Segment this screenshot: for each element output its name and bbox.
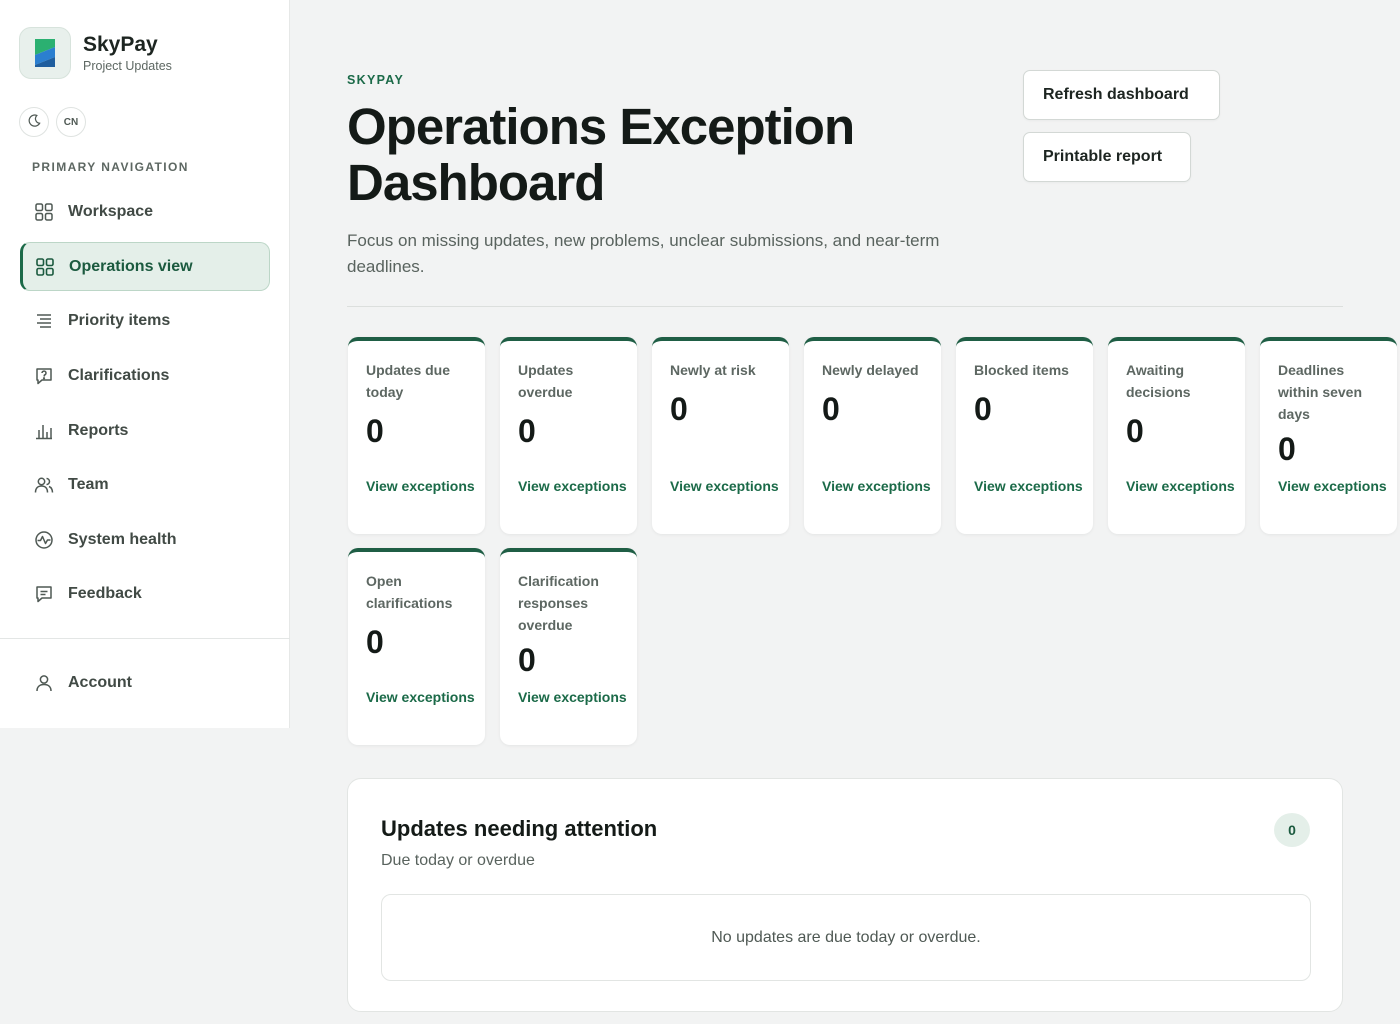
sidebar-divider xyxy=(0,638,290,639)
metric-card-updates-due-today: Updates due today 0 View exceptions xyxy=(348,337,485,534)
card-value: 0 xyxy=(518,642,536,678)
page-title: Operations Exception Dashboard xyxy=(347,98,855,211)
grid-icon xyxy=(33,201,55,223)
card-value: 0 xyxy=(822,391,840,427)
sidebar-item-label: Priority items xyxy=(68,311,171,329)
bar-chart-icon xyxy=(33,420,55,442)
sidebar-item-team[interactable]: Team xyxy=(20,460,270,509)
brand-subtitle: Project Updates xyxy=(83,59,172,73)
metric-card-newly-delayed: Newly delayed 0 View exceptions xyxy=(804,337,941,534)
metric-card-updates-overdue: Updates overdue 0 View exceptions xyxy=(500,337,637,534)
sidebar-item-label: Workspace xyxy=(68,202,154,220)
card-label: Updates due today xyxy=(366,362,451,400)
sidebar-item-label: Clarifications xyxy=(68,366,170,384)
brand-name: SkyPay xyxy=(83,33,158,56)
sidebar-item-label: Team xyxy=(68,475,109,493)
page-description: Focus on missing updates, new problems, … xyxy=(347,231,940,276)
printable-report-button[interactable]: Printable report xyxy=(1023,132,1191,182)
metric-card-newly-at-risk: Newly at risk 0 View exceptions xyxy=(652,337,789,534)
panel-title: Updates needing attention xyxy=(381,816,658,841)
users-icon xyxy=(33,474,55,496)
moon-icon xyxy=(28,114,41,130)
empty-state: No updates are due today or overdue. xyxy=(381,894,1311,981)
view-exceptions-link[interactable]: View exceptions xyxy=(366,686,476,708)
chat-question-icon xyxy=(33,365,55,387)
user-icon xyxy=(33,672,55,694)
metric-card-open-clarifications: Open clarifications 0 View exceptions xyxy=(348,548,485,745)
list-icon xyxy=(33,310,55,332)
card-label: Clarification responses overdue xyxy=(518,573,599,633)
metric-card-blocked-items: Blocked items 0 View exceptions xyxy=(956,337,1093,534)
sidebar-item-priority-items[interactable]: Priority items xyxy=(20,296,270,345)
sidebar: SkyPay Project Updates CN PRIMARY NAVIGA… xyxy=(0,0,290,728)
card-value: 0 xyxy=(670,391,688,427)
metric-card-deadlines-within-seven-days: Deadlines within seven days 0 View excep… xyxy=(1260,337,1397,534)
panel-subtitle: Due today or overdue xyxy=(381,852,535,869)
message-icon xyxy=(33,583,55,605)
card-label: Awaiting decisions xyxy=(1126,362,1191,400)
sidebar-item-account[interactable]: Account xyxy=(20,658,270,707)
metric-card-clarification-responses-overdue: Clarification responses overdue 0 View e… xyxy=(500,548,637,745)
sidebar-item-workspace[interactable]: Workspace xyxy=(20,187,270,236)
view-exceptions-link[interactable]: View exceptions xyxy=(1126,475,1236,497)
card-label: Blocked items xyxy=(974,362,1069,378)
page-eyebrow: SKYPAY xyxy=(347,73,405,87)
sidebar-item-operations-view[interactable]: Operations view xyxy=(20,242,270,291)
pulse-icon xyxy=(33,529,55,551)
card-label: Newly delayed xyxy=(822,362,919,378)
sidebar-item-feedback[interactable]: Feedback xyxy=(20,569,270,618)
view-exceptions-link[interactable]: View exceptions xyxy=(1278,475,1388,497)
card-value: 0 xyxy=(518,413,536,449)
card-value: 0 xyxy=(1126,413,1144,449)
updates-needing-attention-panel: Updates needing attention Due today or o… xyxy=(347,778,1343,1012)
card-label: Updates overdue xyxy=(518,362,574,400)
view-exceptions-link[interactable]: View exceptions xyxy=(670,475,780,497)
view-exceptions-link[interactable]: View exceptions xyxy=(518,686,628,708)
sidebar-item-label: Account xyxy=(68,673,132,691)
card-label: Open clarifications xyxy=(366,573,453,611)
empty-state-message: No updates are due today or overdue. xyxy=(711,928,981,946)
count-badge: 0 xyxy=(1274,813,1310,847)
sidebar-toggles: CN xyxy=(19,107,86,137)
sidebar-item-clarifications[interactable]: Clarifications xyxy=(20,351,270,400)
grid-icon xyxy=(34,256,56,278)
brand-text: SkyPay Project Updates xyxy=(83,33,172,73)
refresh-dashboard-button[interactable]: Refresh dashboard xyxy=(1023,70,1220,120)
card-value: 0 xyxy=(974,391,992,427)
language-toggle[interactable]: CN xyxy=(56,107,86,137)
sidebar-item-label: Operations view xyxy=(69,257,193,275)
card-label: Newly at risk xyxy=(670,362,756,378)
theme-toggle[interactable] xyxy=(19,107,49,137)
brand[interactable]: SkyPay Project Updates xyxy=(19,27,172,79)
sidebar-item-label: Feedback xyxy=(68,584,142,602)
sidebar-item-label: Reports xyxy=(68,421,129,439)
view-exceptions-link[interactable]: View exceptions xyxy=(366,475,476,497)
sidebar-item-system-health[interactable]: System health xyxy=(20,515,270,564)
view-exceptions-link[interactable]: View exceptions xyxy=(518,475,628,497)
header-divider xyxy=(347,306,1343,307)
skypay-logo-icon xyxy=(19,27,71,79)
sidebar-item-reports[interactable]: Reports xyxy=(20,406,270,455)
card-value: 0 xyxy=(1278,431,1296,467)
card-label: Deadlines within seven days xyxy=(1278,362,1363,422)
metric-card-awaiting-decisions: Awaiting decisions 0 View exceptions xyxy=(1108,337,1245,534)
card-value: 0 xyxy=(366,413,384,449)
nav-heading: PRIMARY NAVIGATION xyxy=(32,160,189,174)
view-exceptions-link[interactable]: View exceptions xyxy=(822,475,932,497)
sidebar-item-label: System health xyxy=(68,530,177,548)
view-exceptions-link[interactable]: View exceptions xyxy=(974,475,1084,497)
card-value: 0 xyxy=(366,624,384,660)
